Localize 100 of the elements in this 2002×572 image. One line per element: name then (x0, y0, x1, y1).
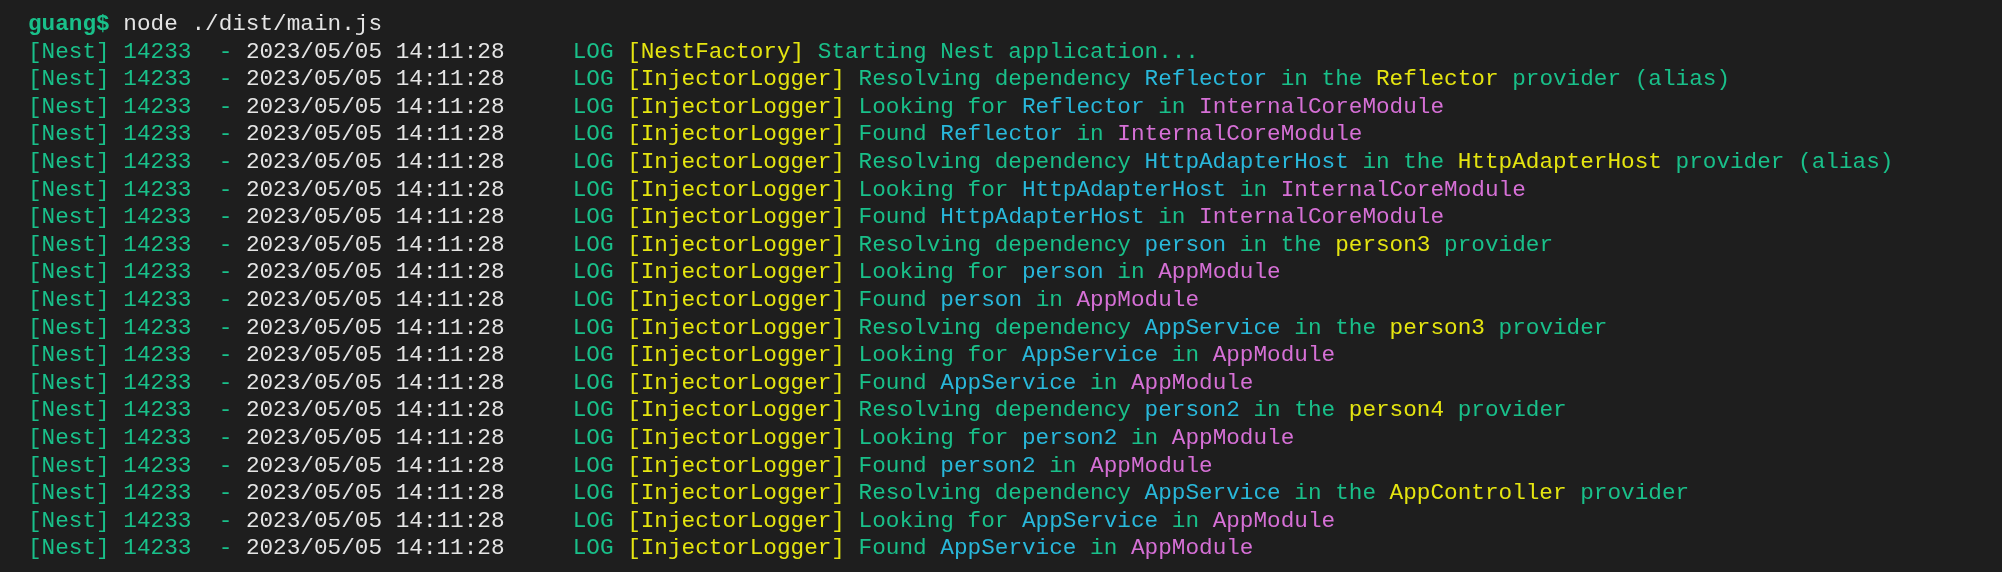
process-id: 14233 (123, 148, 192, 175)
log-message: Looking for AppService in AppModule (858, 342, 1336, 369)
process-id: 14233 (123, 93, 192, 120)
app-tag: [Nest] (28, 259, 110, 286)
timestamp: 2023/05/05 14:11:28 (245, 121, 505, 148)
log-context: [InjectorLogger] (627, 259, 845, 286)
log-context: [InjectorLogger] (627, 535, 845, 562)
log-level: LOG (572, 342, 614, 369)
log-context: [InjectorLogger] (627, 204, 845, 231)
log-message: Starting Nest application... (817, 38, 1199, 65)
log-context: [NestFactory] (627, 38, 805, 65)
log-level: LOG (572, 121, 614, 148)
process-id: 14233 (123, 286, 192, 313)
app-tag: [Nest] (28, 38, 110, 65)
log-context: [InjectorLogger] (627, 176, 845, 203)
app-tag: [Nest] (28, 204, 110, 231)
log-level: LOG (572, 397, 614, 424)
app-tag: [Nest] (28, 369, 110, 396)
timestamp: 2023/05/05 14:11:28 (245, 176, 505, 203)
app-tag: [Nest] (28, 286, 110, 313)
log-level: LOG (572, 66, 614, 93)
app-tag: [Nest] (28, 507, 110, 534)
separator-dash: - (218, 121, 233, 148)
log-context: [InjectorLogger] (627, 452, 845, 479)
app-tag: [Nest] (28, 480, 110, 507)
log-context: [InjectorLogger] (627, 480, 845, 507)
log-message: Found person2 in AppModule (858, 452, 1213, 479)
process-id: 14233 (123, 314, 192, 341)
log-level: LOG (572, 507, 614, 534)
separator-dash: - (218, 176, 233, 203)
timestamp: 2023/05/05 14:11:28 (245, 314, 505, 341)
app-tag: [Nest] (28, 342, 110, 369)
separator-dash: - (218, 286, 233, 313)
log-context: [InjectorLogger] (627, 424, 845, 451)
timestamp: 2023/05/05 14:11:28 (245, 535, 505, 562)
log-context: [InjectorLogger] (627, 342, 845, 369)
timestamp: 2023/05/05 14:11:28 (245, 452, 505, 479)
separator-dash: - (218, 314, 233, 341)
log-context: [InjectorLogger] (627, 397, 845, 424)
log-message: Resolving dependency AppService in the AppController provider (858, 480, 1690, 507)
timestamp: 2023/05/05 14:11:28 (245, 66, 505, 93)
log-message: Looking for person2 in AppModule (858, 424, 1295, 451)
log-message: Resolving dependency person2 in the person4 provider (858, 397, 1567, 424)
separator-dash: - (218, 480, 233, 507)
log-level: LOG (572, 93, 614, 120)
log-message: Resolving dependency AppService in the person3 provider (858, 314, 1608, 341)
timestamp: 2023/05/05 14:11:28 (245, 93, 505, 120)
timestamp: 2023/05/05 14:11:28 (245, 259, 505, 286)
app-tag: [Nest] (28, 231, 110, 258)
log-level: LOG (572, 38, 614, 65)
log-level: LOG (572, 204, 614, 231)
app-tag: [Nest] (28, 397, 110, 424)
prompt-user: guang$ (28, 11, 110, 37)
log-context: [InjectorLogger] (627, 507, 845, 534)
app-tag: [Nest] (28, 66, 110, 93)
timestamp: 2023/05/05 14:11:28 (245, 231, 505, 258)
timestamp: 2023/05/05 14:11:28 (245, 397, 505, 424)
log-message: Found Reflector in InternalCoreModule (858, 121, 1363, 148)
log-level: LOG (572, 176, 614, 203)
process-id: 14233 (123, 204, 192, 231)
log-level: LOG (572, 480, 614, 507)
log-context: [InjectorLogger] (627, 231, 845, 258)
process-id: 14233 (123, 176, 192, 203)
log-context: [InjectorLogger] (627, 121, 845, 148)
log-level: LOG (572, 148, 614, 175)
log-level: LOG (572, 369, 614, 396)
app-tag: [Nest] (28, 148, 110, 175)
log-level: LOG (572, 424, 614, 451)
separator-dash: - (218, 342, 233, 369)
log-message: Found HttpAdapterHost in InternalCoreModule (858, 204, 1445, 231)
log-context: [InjectorLogger] (627, 286, 845, 313)
log-level: LOG (572, 231, 614, 258)
timestamp: 2023/05/05 14:11:28 (245, 204, 505, 231)
log-message: Looking for person in AppModule (858, 259, 1281, 286)
process-id: 14233 (123, 342, 192, 369)
log-message: Found AppService in AppModule (858, 369, 1254, 396)
log-message: Found AppService in AppModule (858, 535, 1254, 562)
process-id: 14233 (123, 452, 192, 479)
separator-dash: - (218, 38, 233, 65)
log-level: LOG (572, 452, 614, 479)
app-tag: [Nest] (28, 176, 110, 203)
separator-dash: - (218, 369, 233, 396)
timestamp: 2023/05/05 14:11:28 (245, 507, 505, 534)
log-level: LOG (572, 259, 614, 286)
timestamp: 2023/05/05 14:11:28 (245, 148, 505, 175)
log-context: [InjectorLogger] (627, 369, 845, 396)
log-message: Resolving dependency Reflector in the Reflector provider (alias) (858, 66, 1730, 93)
app-tag: [Nest] (28, 424, 110, 451)
process-id: 14233 (123, 424, 192, 451)
timestamp: 2023/05/05 14:11:28 (245, 342, 505, 369)
separator-dash: - (218, 397, 233, 424)
log-context: [InjectorLogger] (627, 66, 845, 93)
log-context: [InjectorLogger] (627, 314, 845, 341)
separator-dash: - (218, 204, 233, 231)
separator-dash: - (218, 66, 233, 93)
process-id: 14233 (123, 231, 192, 258)
timestamp: 2023/05/05 14:11:28 (245, 480, 505, 507)
process-id: 14233 (123, 480, 192, 507)
separator-dash: - (218, 507, 233, 534)
app-tag: [Nest] (28, 535, 110, 562)
